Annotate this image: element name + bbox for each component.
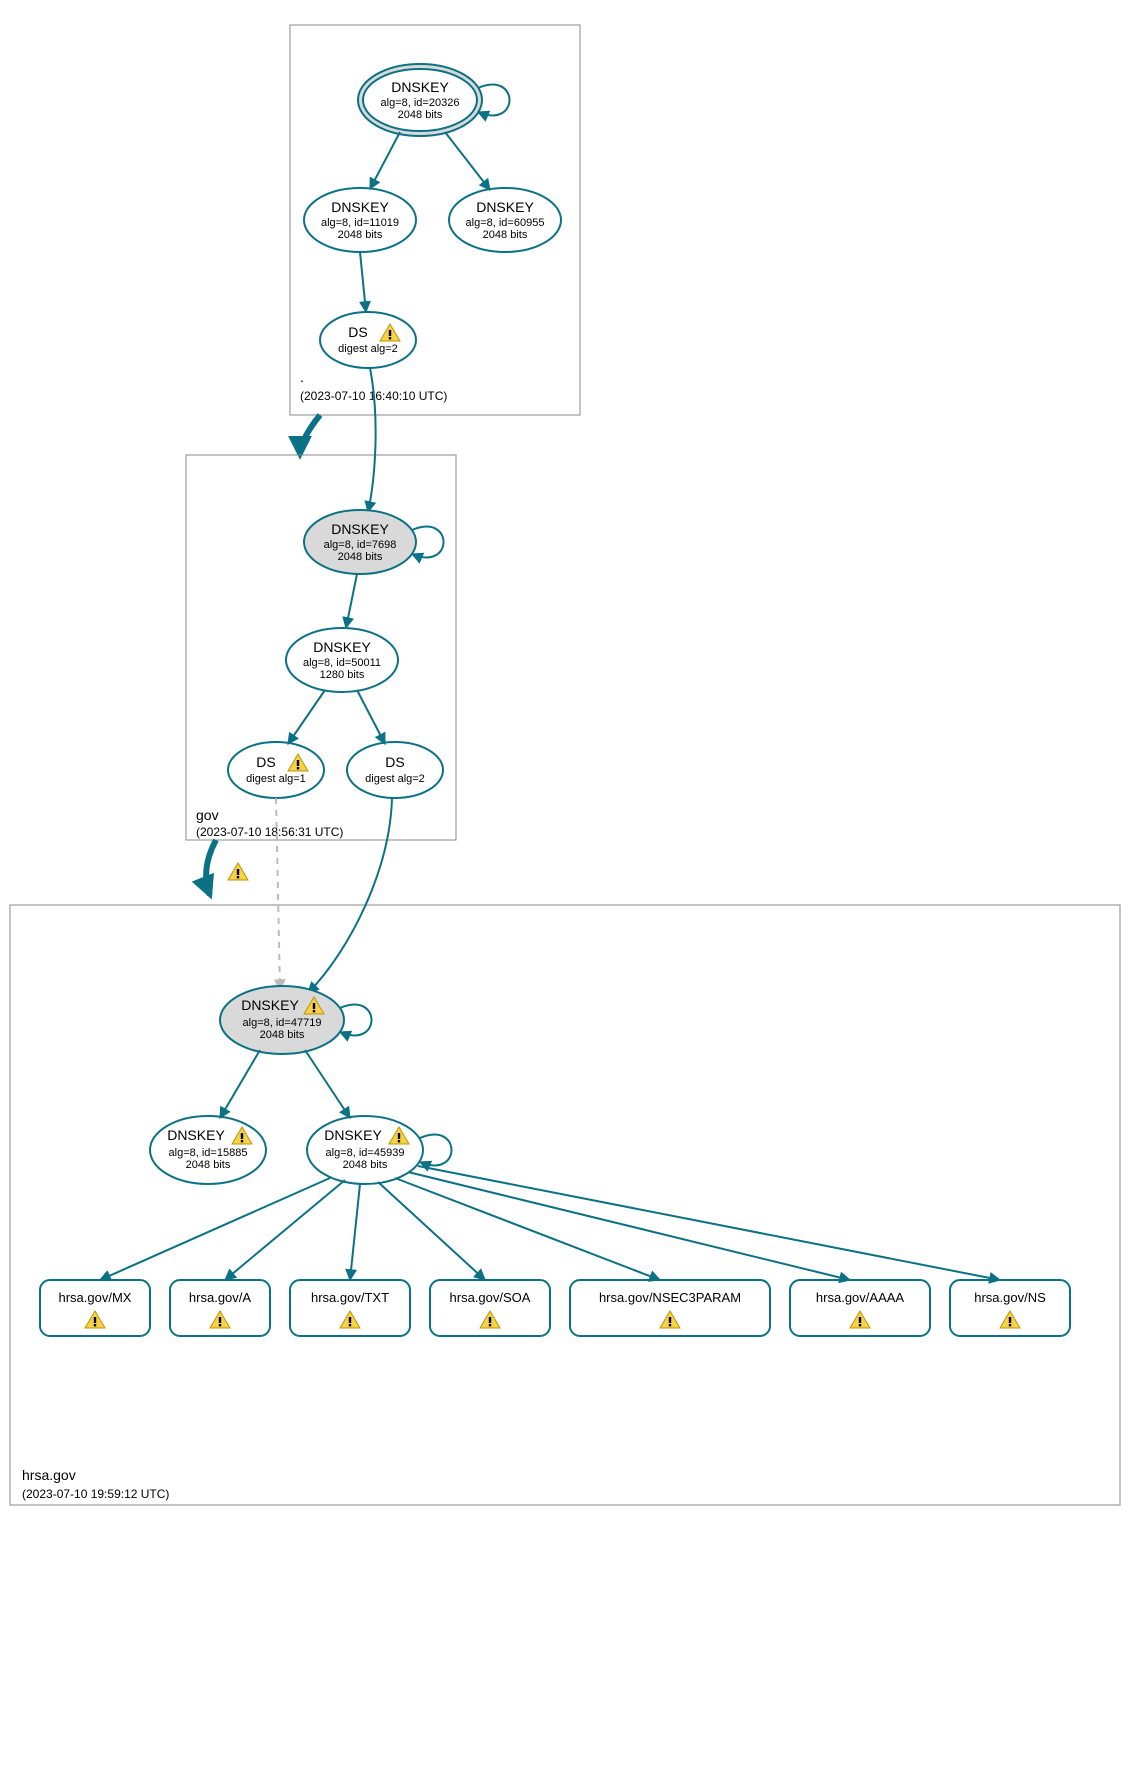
edge-zsk2-txt bbox=[350, 1184, 360, 1280]
delegation-root-gov bbox=[300, 415, 320, 455]
rr-ns-label: hrsa.gov/NS bbox=[974, 1290, 1046, 1305]
rr-soa[interactable]: hrsa.gov/SOA bbox=[430, 1280, 550, 1336]
node-root-zsk1-sub2: 2048 bits bbox=[338, 229, 383, 241]
edge-zsk2-soa bbox=[378, 1182, 485, 1280]
zone-hrsa-timestamp: (2023-07-10 19:59:12 UTC) bbox=[22, 1487, 169, 1501]
warning-icon bbox=[228, 863, 248, 880]
node-root-ds-title: DS bbox=[348, 324, 367, 340]
node-hrsa-ksk-sub1: alg=8, id=47719 bbox=[243, 1017, 322, 1029]
rr-nsec3param[interactable]: hrsa.gov/NSEC3PARAM bbox=[570, 1280, 770, 1336]
edge-zsk2-a bbox=[225, 1180, 345, 1280]
node-hrsa-zsk1-sub2: 2048 bits bbox=[186, 1159, 231, 1171]
node-hrsa-ksk-sub2: 2048 bits bbox=[260, 1029, 305, 1041]
rr-ns[interactable]: hrsa.gov/NS bbox=[950, 1280, 1070, 1336]
node-hrsa-zsk1-title: DNSKEY bbox=[167, 1127, 225, 1143]
rr-soa-label: hrsa.gov/SOA bbox=[450, 1290, 531, 1305]
rr-nsec3-label: hrsa.gov/NSEC3PARAM bbox=[599, 1290, 741, 1305]
node-gov-zsk-sub1: alg=8, id=50011 bbox=[303, 657, 381, 669]
edge-zsk2-nsec3 bbox=[395, 1178, 660, 1280]
node-root-ksk-title: DNSKEY bbox=[391, 79, 449, 95]
node-gov-ksk-title: DNSKEY bbox=[331, 521, 389, 537]
node-hrsa-ksk-title: DNSKEY bbox=[241, 997, 299, 1013]
node-gov-zsk-sub2: 1280 bits bbox=[320, 669, 365, 681]
edge-govzsk-ds2 bbox=[357, 690, 385, 744]
rr-a-label: hrsa.gov/A bbox=[189, 1290, 251, 1305]
edge-hrsaksk-zsk1 bbox=[220, 1050, 260, 1118]
node-hrsa-zsk1[interactable]: DNSKEY alg=8, id=15885 2048 bits bbox=[150, 1116, 266, 1184]
rr-aaaa-label: hrsa.gov/AAAA bbox=[816, 1290, 904, 1305]
zone-root-name: . bbox=[300, 369, 304, 385]
node-root-ksk-sub2: 2048 bits bbox=[398, 109, 443, 121]
edge-govzsk-ds1 bbox=[288, 690, 325, 744]
node-gov-ksk-sub2: 2048 bits bbox=[338, 551, 383, 563]
rr-txt[interactable]: hrsa.gov/TXT bbox=[290, 1280, 410, 1336]
node-root-zsk2-sub1: alg=8, id=60955 bbox=[466, 217, 545, 229]
node-gov-ds1[interactable]: DS digest alg=1 bbox=[228, 742, 324, 798]
edge-zsk2-aaaa bbox=[408, 1172, 850, 1280]
node-gov-zsk[interactable]: DNSKEY alg=8, id=50011 1280 bits bbox=[286, 628, 398, 692]
node-root-ksk[interactable]: DNSKEY alg=8, id=20326 2048 bits bbox=[358, 64, 482, 136]
node-root-ksk-sub1: alg=8, id=20326 bbox=[381, 97, 460, 109]
node-gov-zsk-title: DNSKEY bbox=[313, 639, 371, 655]
node-hrsa-zsk2-sub2: 2048 bits bbox=[343, 1159, 388, 1171]
rr-aaaa[interactable]: hrsa.gov/AAAA bbox=[790, 1280, 930, 1336]
node-root-zsk1-sub1: alg=8, id=11019 bbox=[321, 217, 399, 229]
zone-gov-timestamp: (2023-07-10 18:56:31 UTC) bbox=[196, 825, 343, 839]
node-hrsa-zsk2-sub1: alg=8, id=45939 bbox=[326, 1147, 405, 1159]
node-gov-ds2-sub1: digest alg=2 bbox=[365, 773, 425, 785]
edge-hrsaksk-zsk2 bbox=[305, 1050, 350, 1118]
edge-govksk-govzsk bbox=[346, 574, 357, 628]
node-root-zsk2-title: DNSKEY bbox=[476, 199, 534, 215]
node-gov-ksk[interactable]: DNSKEY alg=8, id=7698 2048 bits bbox=[304, 510, 416, 574]
node-gov-ds1-title: DS bbox=[256, 754, 275, 770]
node-gov-ds1-sub1: digest alg=1 bbox=[246, 773, 306, 785]
zone-hrsa-name: hrsa.gov bbox=[22, 1467, 76, 1483]
edge-rootzsk1-ds bbox=[360, 252, 366, 312]
edge-zsk2-mx bbox=[100, 1178, 330, 1280]
node-root-ds-sub1: digest alg=2 bbox=[338, 343, 398, 355]
node-hrsa-zsk2[interactable]: DNSKEY alg=8, id=45939 2048 bits bbox=[307, 1116, 423, 1184]
node-root-zsk1-title: DNSKEY bbox=[331, 199, 389, 215]
rr-txt-label: hrsa.gov/TXT bbox=[311, 1290, 389, 1305]
rr-mx-label: hrsa.gov/MX bbox=[59, 1290, 132, 1305]
node-hrsa-zsk2-title: DNSKEY bbox=[324, 1127, 382, 1143]
node-root-zsk2-sub2: 2048 bits bbox=[483, 229, 528, 241]
node-gov-ds2-title: DS bbox=[385, 754, 404, 770]
node-root-zsk1[interactable]: DNSKEY alg=8, id=11019 2048 bits bbox=[304, 188, 416, 252]
node-gov-ksk-sub1: alg=8, id=7698 bbox=[324, 539, 397, 551]
node-hrsa-zsk1-sub1: alg=8, id=15885 bbox=[169, 1147, 248, 1159]
node-root-ds[interactable]: DS digest alg=2 bbox=[320, 312, 416, 368]
edge-rootksk-zsk1 bbox=[370, 132, 400, 189]
rr-mx[interactable]: hrsa.gov/MX bbox=[40, 1280, 150, 1336]
edge-rootksk-zsk2 bbox=[445, 132, 490, 190]
node-root-zsk2[interactable]: DNSKEY alg=8, id=60955 2048 bits bbox=[449, 188, 561, 252]
zone-hrsa: hrsa.gov (2023-07-10 19:59:12 UTC) bbox=[10, 905, 1120, 1505]
node-gov-ds2[interactable]: DS digest alg=2 bbox=[347, 742, 443, 798]
delegation-gov-hrsa bbox=[206, 840, 216, 895]
node-hrsa-ksk[interactable]: DNSKEY alg=8, id=47719 2048 bits bbox=[220, 986, 344, 1054]
zone-gov-name: gov bbox=[196, 807, 219, 823]
edge-zsk2-ns bbox=[418, 1166, 1000, 1280]
selfloop-hrsa-zsk2 bbox=[420, 1135, 452, 1166]
rr-a[interactable]: hrsa.gov/A bbox=[170, 1280, 270, 1336]
